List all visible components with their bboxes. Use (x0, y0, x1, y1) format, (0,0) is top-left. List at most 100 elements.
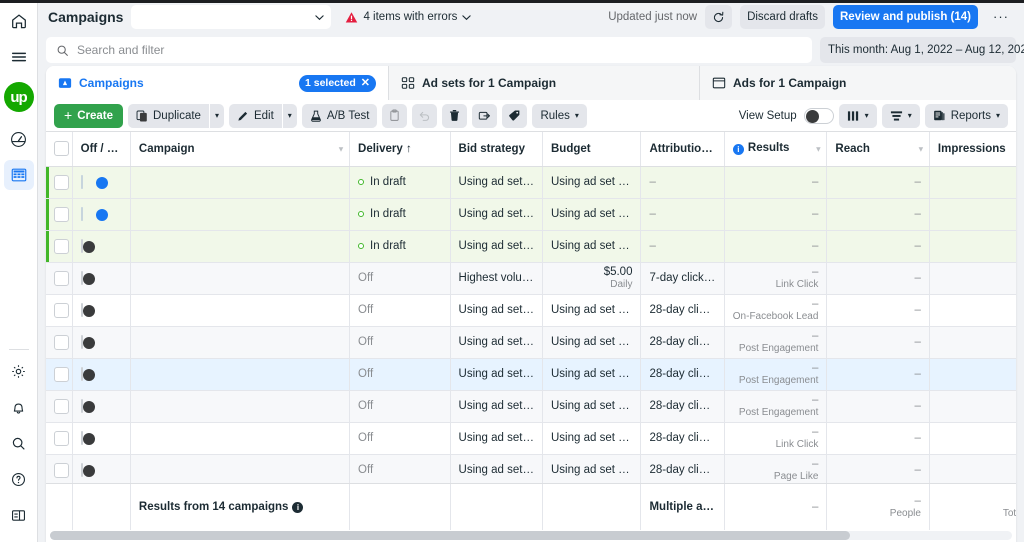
row-checkbox[interactable] (54, 207, 69, 222)
review-and-publish-button[interactable]: Review and publish (14) (833, 5, 978, 29)
campaigns-table-scroll[interactable]: Off / On Campaign ▾ Delivery ↑ Bid strat… (46, 132, 1016, 483)
column-header-impressions[interactable]: Impressions ▾ (929, 132, 1016, 166)
row-on-off-toggle[interactable] (81, 335, 83, 349)
undo-button[interactable] (412, 104, 437, 128)
column-header-delivery[interactable]: Delivery ↑ (350, 132, 451, 166)
duplicate-dropdown-button[interactable]: ▾ (210, 104, 224, 128)
row-campaign-name-cell[interactable] (130, 294, 349, 326)
rules-button[interactable]: Rules ▾ (532, 104, 586, 128)
row-on-off-toggle[interactable] (81, 303, 83, 317)
date-range-picker[interactable]: This month: Aug 1, 2022 – Aug 12, 2022 (820, 37, 1016, 63)
row-campaign-name-cell[interactable] (130, 230, 349, 262)
column-header-campaign[interactable]: Campaign ▾ (130, 132, 349, 166)
column-header-budget[interactable]: Budget (542, 132, 640, 166)
row-on-off-toggle[interactable] (81, 239, 83, 253)
columns-button[interactable]: ▾ (839, 104, 877, 128)
row-campaign-name-cell[interactable] (130, 166, 349, 198)
duplicate-button[interactable]: Duplicate (128, 104, 209, 128)
table-icon[interactable] (4, 160, 34, 190)
row-delivery-status: In draft (358, 176, 442, 188)
row-on-off-toggle[interactable] (81, 399, 83, 413)
search-input[interactable]: Search and filter (46, 37, 812, 63)
notifications-icon[interactable] (4, 392, 34, 422)
tag-button[interactable] (502, 104, 527, 128)
row-on-off-toggle[interactable] (81, 431, 83, 445)
chevron-down-icon[interactable]: ▾ (816, 144, 820, 153)
row-on-off-toggle[interactable] (81, 367, 83, 381)
row-campaign-name-cell[interactable] (130, 454, 349, 483)
settings-icon[interactable] (4, 356, 34, 386)
column-header-reach[interactable]: Reach ▾ (827, 132, 930, 166)
row-checkbox[interactable] (54, 271, 69, 286)
row-campaign-name-cell[interactable] (130, 390, 349, 422)
table-row[interactable]: OffHighest volume$5.00Daily7-day click o… (46, 262, 1016, 294)
table-row[interactable]: OffUsing ad set bid…Using ad set bu…28-d… (46, 326, 1016, 358)
horizontal-scrollbar[interactable] (46, 530, 1016, 542)
row-campaign-name-cell[interactable] (130, 422, 349, 454)
reports-button[interactable]: Reports ▾ (925, 104, 1008, 128)
account-selector[interactable] (131, 5, 331, 29)
table-row[interactable]: In draftUsing ad set bid…Using ad set bu… (46, 230, 1016, 262)
refresh-button[interactable] (705, 5, 732, 29)
more-options-button[interactable]: ··· (986, 5, 1016, 29)
table-row[interactable]: In draftUsing ad set bid…Using ad set bu… (46, 198, 1016, 230)
table-row[interactable]: OffUsing ad set bid…Using ad set bu…28-d… (46, 294, 1016, 326)
menu-icon[interactable] (4, 42, 34, 72)
select-all-checkbox[interactable] (54, 141, 69, 156)
column-header-off-on[interactable]: Off / On (72, 132, 130, 166)
performance-icon[interactable] (4, 124, 34, 154)
row-checkbox[interactable] (54, 239, 69, 254)
create-button[interactable]: + Create (54, 104, 123, 128)
table-row[interactable]: OffUsing ad set bid…Using ad set bu…28-d… (46, 454, 1016, 483)
row-checkbox[interactable] (54, 463, 69, 478)
view-setup-switch[interactable] (804, 108, 834, 124)
tab-campaigns[interactable]: Campaigns 1 selected ✕ (46, 66, 389, 100)
discard-drafts-button[interactable]: Discard drafts (740, 5, 825, 29)
copy-button[interactable] (382, 104, 407, 128)
tab-ad-sets[interactable]: Ad sets for 1 Campaign (389, 66, 700, 100)
row-checkbox[interactable] (54, 335, 69, 350)
row-checkbox[interactable] (54, 367, 69, 382)
row-on-off-toggle[interactable] (81, 463, 83, 477)
errors-indicator[interactable]: 4 items with errors (345, 11, 471, 24)
row-checkbox[interactable] (54, 175, 69, 190)
row-checkbox[interactable] (54, 399, 69, 414)
row-campaign-name-cell[interactable] (130, 262, 349, 294)
row-campaign-name-cell[interactable] (130, 326, 349, 358)
breakdown-button[interactable]: ▾ (882, 104, 920, 128)
delete-button[interactable] (442, 104, 467, 128)
clear-selection-icon[interactable]: ✕ (361, 78, 370, 89)
row-on-off-toggle[interactable] (81, 175, 83, 189)
row-on-off-toggle[interactable] (81, 271, 83, 285)
tab-ads[interactable]: Ads for 1 Campaign (700, 66, 1016, 100)
ab-test-button[interactable]: A/B Test (302, 104, 378, 128)
table-row[interactable]: In draftUsing ad set bid…Using ad set bu… (46, 166, 1016, 198)
row-on-off-toggle[interactable] (81, 207, 83, 221)
scrollbar-thumb[interactable] (50, 531, 850, 540)
row-campaign-name-cell[interactable] (130, 358, 349, 390)
chevron-down-icon[interactable]: ▾ (339, 144, 343, 153)
edit-button[interactable]: Edit (229, 104, 282, 128)
chevron-down-icon[interactable]: ▾ (919, 144, 923, 153)
table-row[interactable]: OffUsing ad set bid…Using ad set bu…28-d… (46, 358, 1016, 390)
help-icon[interactable] (4, 464, 34, 494)
table-row[interactable]: OffUsing ad set bid…Using ad set bu…28-d… (46, 390, 1016, 422)
view-setup-toggle[interactable]: View Setup (739, 108, 834, 124)
row-checkbox[interactable] (54, 431, 69, 446)
search-icon[interactable] (4, 428, 34, 458)
column-header-attribution-setting[interactable]: Attribution setting (641, 132, 724, 166)
info-icon[interactable]: i (292, 502, 303, 513)
row-checkbox[interactable] (54, 303, 69, 318)
selection-badge[interactable]: 1 selected ✕ (299, 75, 376, 92)
table-row[interactable]: OffUsing ad set bid…Using ad set bu…28-d… (46, 422, 1016, 454)
home-icon[interactable] (4, 6, 34, 36)
edit-dropdown-button[interactable]: ▾ (283, 104, 297, 128)
account-logo[interactable]: up (4, 82, 34, 112)
collapse-panel-icon[interactable] (4, 500, 34, 530)
scrollbar-track[interactable] (50, 531, 1012, 540)
column-header-bid-strategy[interactable]: Bid strategy (450, 132, 542, 166)
export-button[interactable] (472, 104, 497, 128)
row-results-cell: – (724, 166, 827, 198)
column-header-results[interactable]: iResults ▾ (724, 132, 827, 166)
row-campaign-name-cell[interactable] (130, 198, 349, 230)
